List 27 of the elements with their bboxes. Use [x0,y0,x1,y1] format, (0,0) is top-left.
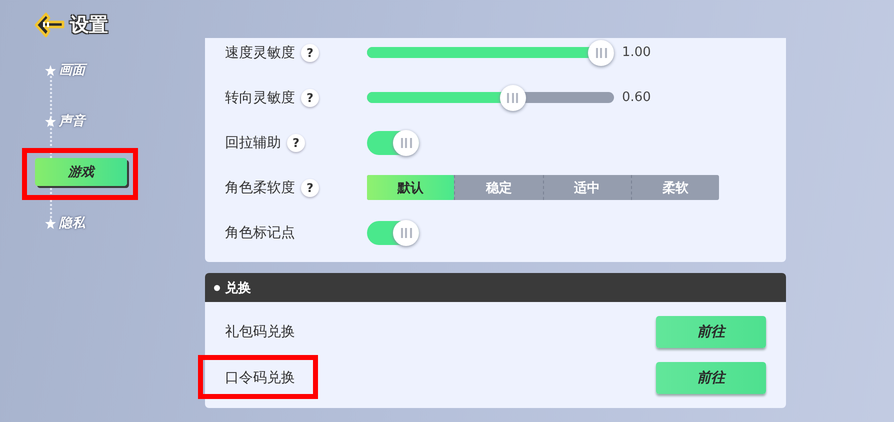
section-title: 兑换 [225,280,251,296]
setting-label: 角色柔软度 [225,178,295,196]
segment-option[interactable]: 默认 [367,175,454,200]
setting-label: 角色标记点 [225,224,295,242]
setting-label: 速度灵敏度 [225,44,295,62]
star-icon [45,64,56,76]
redeem-label: 礼包码兑换 [225,323,295,341]
slider-value: 0.60 [622,90,651,105]
back-arrow-icon[interactable] [34,12,66,38]
setting-label: 回拉辅助 [225,134,281,152]
redeem-label: 口令码兑换 [225,369,295,387]
page-title: 设置 [70,13,108,38]
help-icon[interactable]: ? [287,134,305,152]
go-button[interactable]: 前往 [656,362,766,394]
slider[interactable] [367,38,614,66]
help-icon[interactable]: ? [301,88,319,106]
help-icon[interactable]: ? [301,44,319,62]
star-icon [45,116,56,126]
star-icon [45,218,56,228]
toggle-switch[interactable] [367,130,419,154]
slider[interactable] [367,84,614,112]
go-button[interactable]: 前往 [656,316,766,348]
setting-label: 转向灵敏度 [225,88,295,106]
slider-value: 1.00 [622,45,651,60]
help-icon[interactable]: ? [301,178,319,196]
nav-tab[interactable]: 游戏 [35,158,127,186]
toggle-switch[interactable] [367,220,419,244]
